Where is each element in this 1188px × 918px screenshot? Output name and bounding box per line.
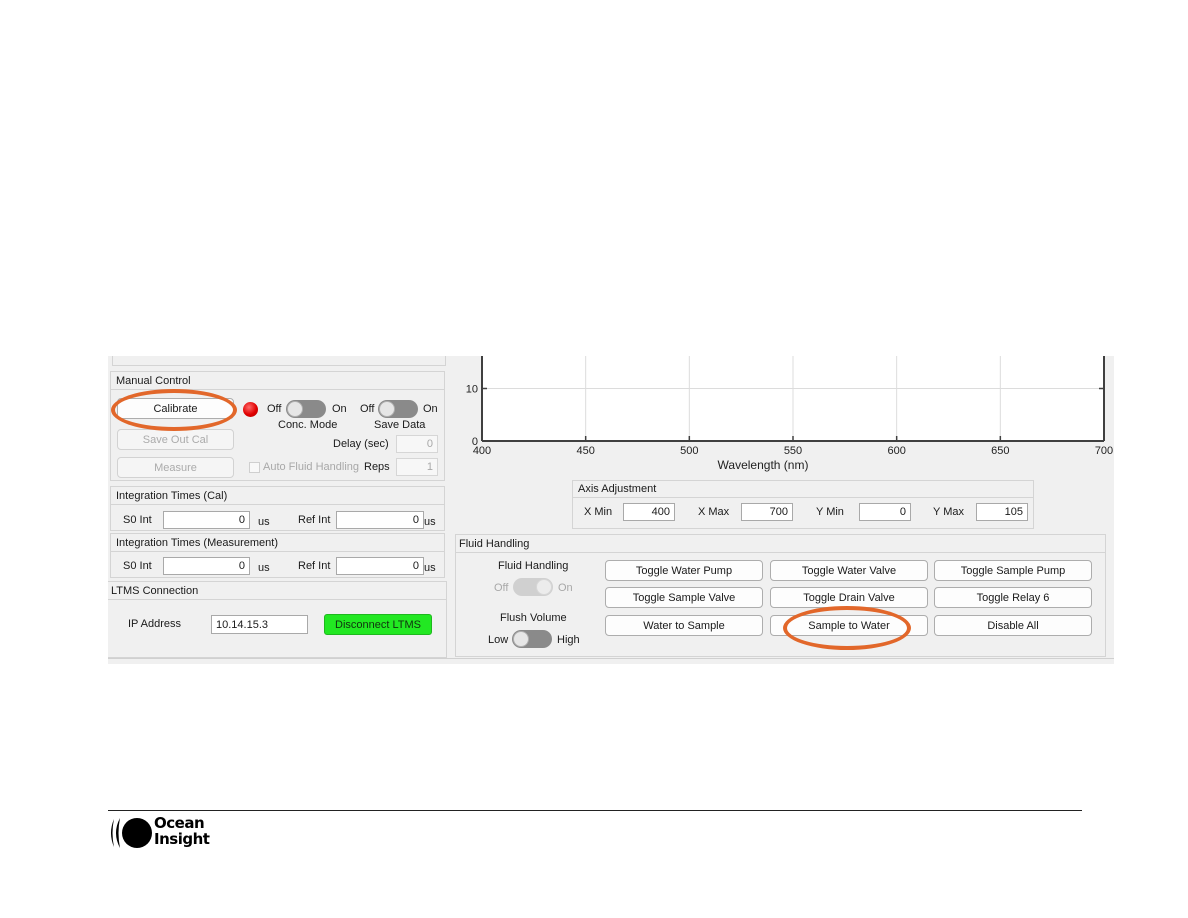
meas-s0-input[interactable] [163, 557, 250, 575]
fluid-off-label: Off [494, 582, 509, 594]
x-tick-label: 450 [576, 445, 594, 457]
meas-ref-unit: us [424, 562, 436, 574]
flush-low-label: Low [488, 634, 509, 646]
save-data-toggle[interactable] [378, 400, 418, 418]
x-axis-label: Wavelength (nm) [718, 458, 809, 472]
measure-button[interactable]: Measure [117, 457, 234, 478]
disconnect-ltms-button[interactable]: Disconnect LTMS [324, 614, 432, 635]
sample-to-water-button[interactable]: Sample to Water [770, 615, 928, 636]
x-tick-label: 600 [887, 445, 905, 457]
meas-s0-label: S0 Int [123, 560, 152, 572]
fluid-handling-title: Fluid Handling [456, 535, 1105, 553]
app-screenshot: Manual Control Calibrate Save Out Cal Me… [108, 356, 1114, 664]
save-data-on-label: On [423, 403, 438, 415]
ocean-insight-logo-mark-icon [111, 818, 152, 848]
footer-rule [108, 810, 1082, 811]
y-tick-label: 0 [472, 436, 478, 448]
water-to-sample-button[interactable]: Water to Sample [605, 615, 763, 636]
flush-volume-toggle[interactable] [512, 630, 552, 648]
logo-word-ocean: Ocean [154, 814, 205, 832]
fluid-on-label: On [558, 582, 573, 594]
reps-label: Reps [364, 461, 390, 473]
y-max-input[interactable] [976, 503, 1028, 521]
x-min-label: X Min [584, 506, 613, 518]
ocean-insight-logo: Ocean Insight [108, 815, 228, 851]
save-data-label: Save Data [374, 419, 426, 431]
flush-high-label: High [557, 634, 580, 646]
toggle-knob [379, 401, 395, 417]
spectrum-chart: 40045050055060065070001020Wavelength (nm… [466, 356, 1113, 472]
toggle-knob [513, 631, 529, 647]
flush-volume-label: Flush Volume [500, 612, 567, 624]
delay-input[interactable] [396, 435, 438, 453]
auto-fluid-label: Auto Fluid Handling [263, 461, 360, 473]
x-tick-label: 500 [680, 445, 698, 457]
cal-s0-input[interactable] [163, 511, 250, 529]
status-lamp [243, 402, 258, 417]
x-max-input[interactable] [741, 503, 793, 521]
clipped-panel-top [112, 356, 446, 366]
conc-mode-label: Conc. Mode [278, 419, 338, 431]
reps-input[interactable] [396, 458, 438, 476]
x-tick-label: 550 [784, 445, 802, 457]
cal-ref-input[interactable] [336, 511, 424, 529]
toggle-knob [536, 579, 552, 595]
ip-address-label: IP Address [128, 618, 181, 630]
cal-s0-label: S0 Int [123, 514, 152, 526]
x-max-label: X Max [698, 506, 730, 518]
x-tick-label: 650 [991, 445, 1009, 457]
meas-ref-input[interactable] [336, 557, 424, 575]
save-out-cal-button[interactable]: Save Out Cal [117, 429, 234, 450]
conc-mode-on-label: On [332, 403, 347, 415]
disable-all-button[interactable]: Disable All [934, 615, 1092, 636]
toggle-water-valve-button[interactable]: Toggle Water Valve [770, 560, 928, 581]
y-min-input[interactable] [859, 503, 911, 521]
save-data-off-label: Off [360, 403, 375, 415]
bottom-divider [108, 658, 1114, 659]
auto-fluid-checkbox[interactable] [249, 462, 260, 473]
conc-mode-off-label: Off [267, 403, 282, 415]
cal-ref-unit: us [424, 516, 436, 528]
conc-mode-toggle[interactable] [286, 400, 326, 418]
x-min-input[interactable] [623, 503, 675, 521]
logo-text: Ocean Insight [154, 814, 210, 848]
integration-meas-title: Integration Times (Measurement) [111, 534, 444, 552]
toggle-sample-valve-button[interactable]: Toggle Sample Valve [605, 587, 763, 608]
integration-cal-title: Integration Times (Cal) [111, 487, 444, 505]
toggle-water-pump-button[interactable]: Toggle Water Pump [605, 560, 763, 581]
cal-s0-unit: us [258, 516, 270, 528]
ltms-title: LTMS Connection [108, 582, 446, 600]
meas-s0-unit: us [258, 562, 270, 574]
x-tick-label: 700 [1095, 445, 1113, 457]
y-tick-label: 10 [466, 384, 478, 396]
axis-adjustment-title: Axis Adjustment [573, 481, 1033, 498]
toggle-relay-6-button[interactable]: Toggle Relay 6 [934, 587, 1092, 608]
fluid-handling-toggle-label: Fluid Handling [498, 560, 569, 572]
toggle-knob [287, 401, 303, 417]
fluid-handling-toggle[interactable] [513, 578, 553, 596]
ip-address-input[interactable] [211, 615, 308, 634]
y-max-label: Y Max [933, 506, 964, 518]
delay-label: Delay (sec) [333, 438, 389, 450]
y-min-label: Y Min [816, 506, 844, 518]
toggle-drain-valve-button[interactable]: Toggle Drain Valve [770, 587, 928, 608]
cal-ref-label: Ref Int [298, 514, 331, 526]
toggle-sample-pump-button[interactable]: Toggle Sample Pump [934, 560, 1092, 581]
logo-word-insight: Insight [154, 830, 210, 848]
manual-control-title: Manual Control [111, 372, 444, 390]
meas-ref-label: Ref Int [298, 560, 331, 572]
calibrate-button[interactable]: Calibrate [117, 398, 234, 419]
